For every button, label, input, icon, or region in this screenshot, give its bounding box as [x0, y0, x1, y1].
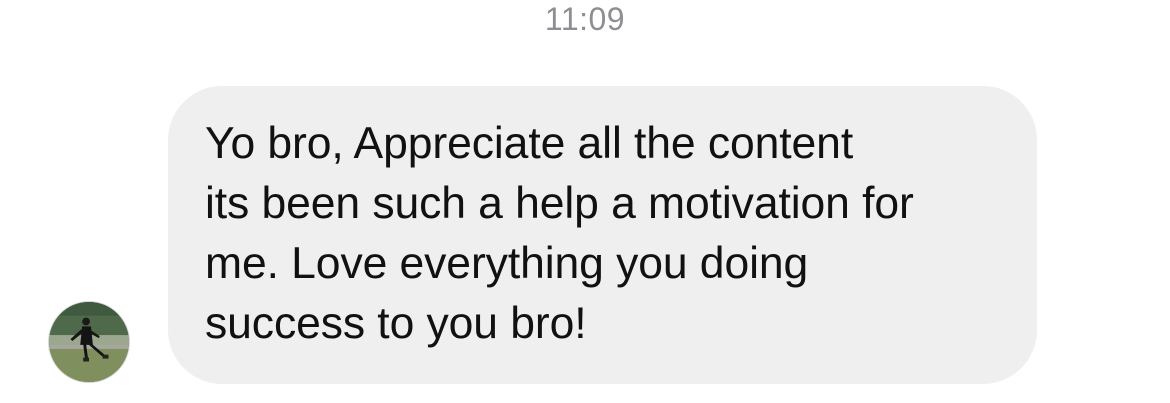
sender-avatar[interactable]	[48, 301, 130, 383]
message-text: Yo bro, Appreciate all the content its b…	[205, 119, 914, 348]
incoming-message-row: Yo bro, Appreciate all the content its b…	[0, 0, 1170, 403]
profile-photo-icon	[49, 302, 129, 382]
